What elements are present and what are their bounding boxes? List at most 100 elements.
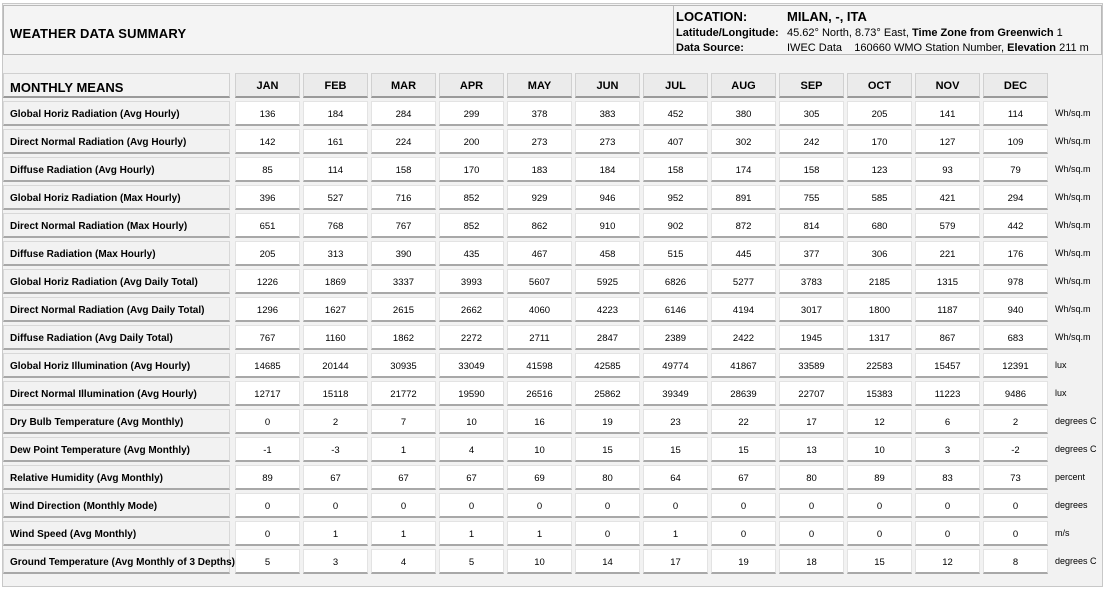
table-cell: 183 <box>507 157 572 182</box>
table-cell: 891 <box>711 185 776 210</box>
page-title: WEATHER DATA SUMMARY <box>10 26 187 41</box>
table-cell: 0 <box>915 493 980 518</box>
table-cell: 5 <box>439 549 504 574</box>
table-cell: 862 <box>507 213 572 238</box>
month-header: FEB <box>303 73 368 98</box>
table-cell: 3337 <box>371 269 436 294</box>
table-cell: 80 <box>575 465 640 490</box>
table-cell: 170 <box>439 157 504 182</box>
table-cell: 224 <box>371 129 436 154</box>
table-cell: 910 <box>575 213 640 238</box>
month-header: JUN <box>575 73 640 98</box>
table-cell: 19 <box>711 549 776 574</box>
elevation-value: 211 m <box>1059 42 1089 54</box>
table-cell: 158 <box>643 157 708 182</box>
table-cell: 8 <box>983 549 1048 574</box>
row-unit: Wh/sq.m <box>1055 136 1091 146</box>
table-cell: 80 <box>779 465 844 490</box>
table-cell: 313 <box>303 241 368 266</box>
table-cell: 3017 <box>779 297 844 322</box>
table-cell: 200 <box>439 129 504 154</box>
row-label: Direct Normal Radiation (Avg Hourly) <box>3 129 230 154</box>
table-cell: 902 <box>643 213 708 238</box>
table-cell: 1 <box>371 521 436 546</box>
table-cell: 6 <box>915 409 980 434</box>
table-cell: 114 <box>983 101 1048 126</box>
table-cell: 85 <box>235 157 300 182</box>
table-cell: 0 <box>983 521 1048 546</box>
row-unit: Wh/sq.m <box>1055 276 1091 286</box>
location-value: MILAN, -, ITA <box>787 9 867 24</box>
table-cell: 680 <box>847 213 912 238</box>
table-cell: 79 <box>983 157 1048 182</box>
table-cell: 768 <box>303 213 368 238</box>
table-cell: 2389 <box>643 325 708 350</box>
table-cell: 205 <box>235 241 300 266</box>
table-cell: 421 <box>915 185 980 210</box>
table-cell: 651 <box>235 213 300 238</box>
table-cell: 6826 <box>643 269 708 294</box>
table-cell: 3 <box>303 549 368 574</box>
table-cell: 242 <box>779 129 844 154</box>
latlong-value: 45.62° North, 8.73° East, <box>787 27 909 39</box>
row-label: Global Horiz Radiation (Max Hourly) <box>3 185 230 210</box>
row-unit: lux <box>1055 360 1067 370</box>
row-unit: lux <box>1055 388 1067 398</box>
table-cell: 0 <box>847 521 912 546</box>
table-cell: 383 <box>575 101 640 126</box>
table-cell: 13 <box>779 437 844 462</box>
row-unit: degrees <box>1055 500 1088 510</box>
table-cell: 767 <box>371 213 436 238</box>
table-cell: 12 <box>915 549 980 574</box>
table-cell: 15383 <box>847 381 912 406</box>
month-header: APR <box>439 73 504 98</box>
table-cell: 161 <box>303 129 368 154</box>
table-cell: 19 <box>575 409 640 434</box>
summary-header: WEATHER DATA SUMMARY LOCATION: MILAN, -,… <box>3 5 1102 55</box>
table-cell: 1 <box>439 521 504 546</box>
table-cell: 114 <box>303 157 368 182</box>
table-cell: 872 <box>711 213 776 238</box>
table-cell: 30935 <box>371 353 436 378</box>
table-cell: 1 <box>643 521 708 546</box>
table-cell: 273 <box>507 129 572 154</box>
table-cell: 10 <box>507 437 572 462</box>
table-cell: 1296 <box>235 297 300 322</box>
table-cell: 299 <box>439 101 504 126</box>
table-cell: 5607 <box>507 269 572 294</box>
table-cell: 683 <box>983 325 1048 350</box>
table-cell: 15 <box>711 437 776 462</box>
table-cell: 2422 <box>711 325 776 350</box>
table-cell: 306 <box>847 241 912 266</box>
table-cell: 305 <box>779 101 844 126</box>
table-cell: 4194 <box>711 297 776 322</box>
table-cell: 0 <box>575 521 640 546</box>
table-cell: 0 <box>711 493 776 518</box>
table-cell: 2 <box>303 409 368 434</box>
row-label: Relative Humidity (Avg Monthly) <box>3 465 230 490</box>
timezone-label: Time Zone from Greenwich <box>912 27 1054 39</box>
table-cell: -2 <box>983 437 1048 462</box>
table-cell: 16 <box>507 409 572 434</box>
table-cell: 0 <box>915 521 980 546</box>
table-cell: 0 <box>711 521 776 546</box>
table-cell: 4223 <box>575 297 640 322</box>
station-value: 160660 WMO Station Number, <box>854 42 1005 54</box>
row-label: Global Horiz Illumination (Avg Hourly) <box>3 353 230 378</box>
table-cell: 716 <box>371 185 436 210</box>
table-cell: 22583 <box>847 353 912 378</box>
table-cell: 67 <box>303 465 368 490</box>
header-title-panel: WEATHER DATA SUMMARY <box>4 6 674 54</box>
table-cell: 407 <box>643 129 708 154</box>
table-cell: 0 <box>643 493 708 518</box>
table-cell: 41598 <box>507 353 572 378</box>
table-cell: 67 <box>439 465 504 490</box>
month-header: OCT <box>847 73 912 98</box>
table-cell: 0 <box>303 493 368 518</box>
table-cell: 978 <box>983 269 1048 294</box>
table-cell: 7 <box>371 409 436 434</box>
table-cell: 946 <box>575 185 640 210</box>
table-cell: 5 <box>235 549 300 574</box>
table-cell: 89 <box>235 465 300 490</box>
table-cell: 1315 <box>915 269 980 294</box>
